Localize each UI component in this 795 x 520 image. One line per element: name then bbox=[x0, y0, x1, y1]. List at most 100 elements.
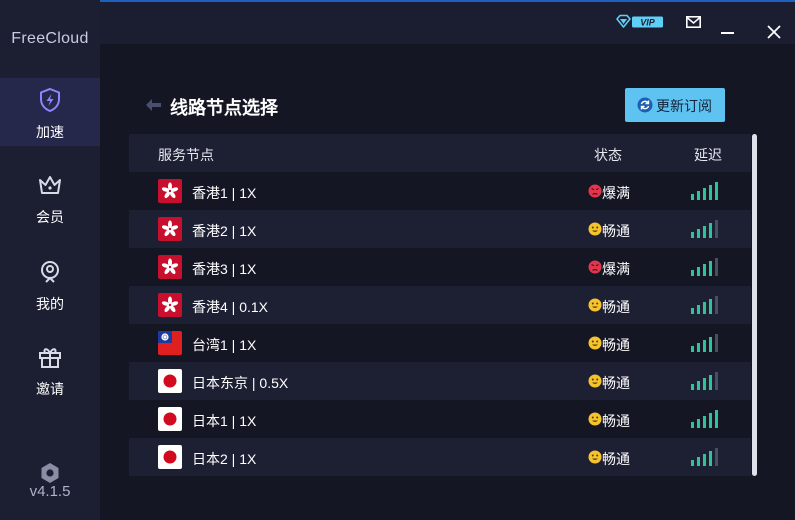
node-status: 爆满 bbox=[602, 185, 630, 201]
app-version: v4.1.5 bbox=[29, 483, 71, 500]
signal-bar bbox=[697, 267, 700, 276]
smile-face-icon bbox=[588, 374, 602, 388]
sidebar-item-profile[interactable]: 我的 bbox=[0, 250, 100, 318]
diamond-vip-icon[interactable]: VIP bbox=[615, 14, 665, 30]
signal-strength-icon bbox=[691, 448, 718, 466]
node-status: 畅通 bbox=[602, 451, 630, 467]
smile-face-icon bbox=[588, 450, 602, 464]
signal-bar bbox=[703, 340, 706, 352]
signal-bar bbox=[697, 381, 700, 390]
signal-bar bbox=[691, 384, 694, 390]
signal-bar bbox=[709, 337, 712, 352]
hong-kong-flag-icon bbox=[158, 293, 182, 317]
signal-bar bbox=[697, 305, 700, 314]
signal-bar bbox=[703, 188, 706, 200]
column-header-status: 状态 bbox=[594, 147, 622, 163]
node-status: 畅通 bbox=[602, 413, 630, 429]
sidebar: FreeCloud 加速 会员 我的 邀请 v4.1.5 bbox=[0, 0, 100, 520]
signal-bar bbox=[691, 194, 694, 200]
node-table: 服务节点 状态 延迟 香港1 | 1X 爆满 香港2 | 1X 畅通 香港3 | 1X 爆… bbox=[129, 134, 751, 476]
lightning-shield-icon bbox=[40, 87, 60, 113]
signal-bar bbox=[697, 419, 700, 428]
signal-bar bbox=[709, 375, 712, 390]
node-status: 爆满 bbox=[602, 261, 630, 277]
table-row[interactable]: 日本1 | 1X 畅通 bbox=[129, 400, 751, 438]
column-header-node: 服务节点 bbox=[158, 147, 214, 163]
close-icon[interactable] bbox=[766, 24, 782, 40]
table-row[interactable]: 香港1 | 1X 爆满 bbox=[129, 172, 751, 210]
signal-bar bbox=[709, 261, 712, 276]
node-status: 畅通 bbox=[602, 299, 630, 315]
signal-bar bbox=[691, 308, 694, 314]
japan-flag-icon bbox=[158, 407, 182, 431]
japan-flag-icon bbox=[158, 369, 182, 393]
signal-bar bbox=[715, 258, 718, 276]
node-name: 香港2 | 1X bbox=[192, 223, 257, 239]
signal-bar bbox=[697, 343, 700, 352]
signal-bar bbox=[697, 191, 700, 200]
title-bar: VIP bbox=[100, 2, 795, 44]
scrollbar-thumb[interactable] bbox=[752, 134, 757, 476]
signal-bar bbox=[691, 422, 694, 428]
table-row[interactable]: 台湾1 | 1X 畅通 bbox=[129, 324, 751, 362]
signal-bar bbox=[715, 448, 718, 466]
node-status: 畅通 bbox=[602, 337, 630, 353]
sidebar-item-label: 会员 bbox=[36, 209, 64, 225]
node-name: 台湾1 | 1X bbox=[192, 337, 257, 353]
node-name: 日本东京 | 0.5X bbox=[192, 375, 289, 391]
mail-icon[interactable] bbox=[686, 16, 701, 28]
page-title: 线路节点选择 bbox=[170, 98, 278, 118]
node-name: 日本2 | 1X bbox=[192, 451, 257, 467]
node-name: 香港1 | 1X bbox=[192, 185, 257, 201]
minimize-icon[interactable] bbox=[721, 24, 735, 40]
table-row[interactable]: 香港2 | 1X 畅通 bbox=[129, 210, 751, 248]
update-subscription-button[interactable]: 更新订阅 bbox=[625, 88, 725, 122]
signal-bar bbox=[703, 378, 706, 390]
update-subscription-label: 更新订阅 bbox=[656, 98, 712, 114]
hong-kong-flag-icon bbox=[158, 179, 182, 203]
signal-bar bbox=[691, 232, 694, 238]
sidebar-item-membership[interactable]: 会员 bbox=[0, 163, 100, 231]
signal-bar bbox=[715, 220, 718, 238]
signal-bar bbox=[703, 416, 706, 428]
smile-face-icon bbox=[588, 336, 602, 350]
node-name: 香港3 | 1X bbox=[192, 261, 257, 277]
table-row[interactable]: 香港3 | 1X 爆满 bbox=[129, 248, 751, 286]
signal-strength-icon bbox=[691, 372, 718, 390]
user-badge-icon bbox=[41, 261, 59, 283]
table-row[interactable]: 香港4 | 0.1X 畅通 bbox=[129, 286, 751, 324]
node-status: 畅通 bbox=[602, 375, 630, 391]
smile-face-icon bbox=[588, 412, 602, 426]
table-row[interactable]: 日本2 | 1X 畅通 bbox=[129, 438, 751, 476]
hong-kong-flag-icon bbox=[158, 217, 182, 241]
app-brand: FreeCloud bbox=[11, 30, 89, 47]
hong-kong-flag-icon bbox=[158, 255, 182, 279]
signal-strength-icon bbox=[691, 258, 718, 276]
signal-bar bbox=[703, 264, 706, 276]
back-arrow-icon[interactable] bbox=[145, 98, 161, 112]
table-row[interactable]: 日本东京 | 0.5X 畅通 bbox=[129, 362, 751, 400]
signal-bar bbox=[697, 229, 700, 238]
signal-bar bbox=[709, 451, 712, 466]
refresh-icon bbox=[637, 97, 653, 113]
signal-bar bbox=[697, 457, 700, 466]
smile-face-icon bbox=[588, 298, 602, 312]
signal-bar bbox=[691, 270, 694, 276]
column-header-latency: 延迟 bbox=[694, 147, 722, 163]
node-name: 香港4 | 0.1X bbox=[192, 299, 269, 315]
sidebar-item-label: 邀请 bbox=[36, 381, 64, 397]
gift-icon bbox=[39, 348, 61, 368]
angry-face-icon bbox=[588, 260, 602, 274]
signal-bar bbox=[715, 296, 718, 314]
vip-label: VIP bbox=[640, 18, 656, 28]
signal-strength-icon bbox=[691, 220, 718, 238]
signal-bar bbox=[715, 334, 718, 352]
angry-face-icon bbox=[588, 184, 602, 198]
signal-strength-icon bbox=[691, 182, 718, 200]
signal-bar bbox=[703, 226, 706, 238]
gear-icon[interactable] bbox=[39, 462, 61, 484]
signal-strength-icon bbox=[691, 410, 718, 428]
signal-bar bbox=[709, 413, 712, 428]
sidebar-item-invite[interactable]: 邀请 bbox=[0, 335, 100, 403]
sidebar-item-accelerate[interactable]: 加速 bbox=[0, 78, 100, 146]
